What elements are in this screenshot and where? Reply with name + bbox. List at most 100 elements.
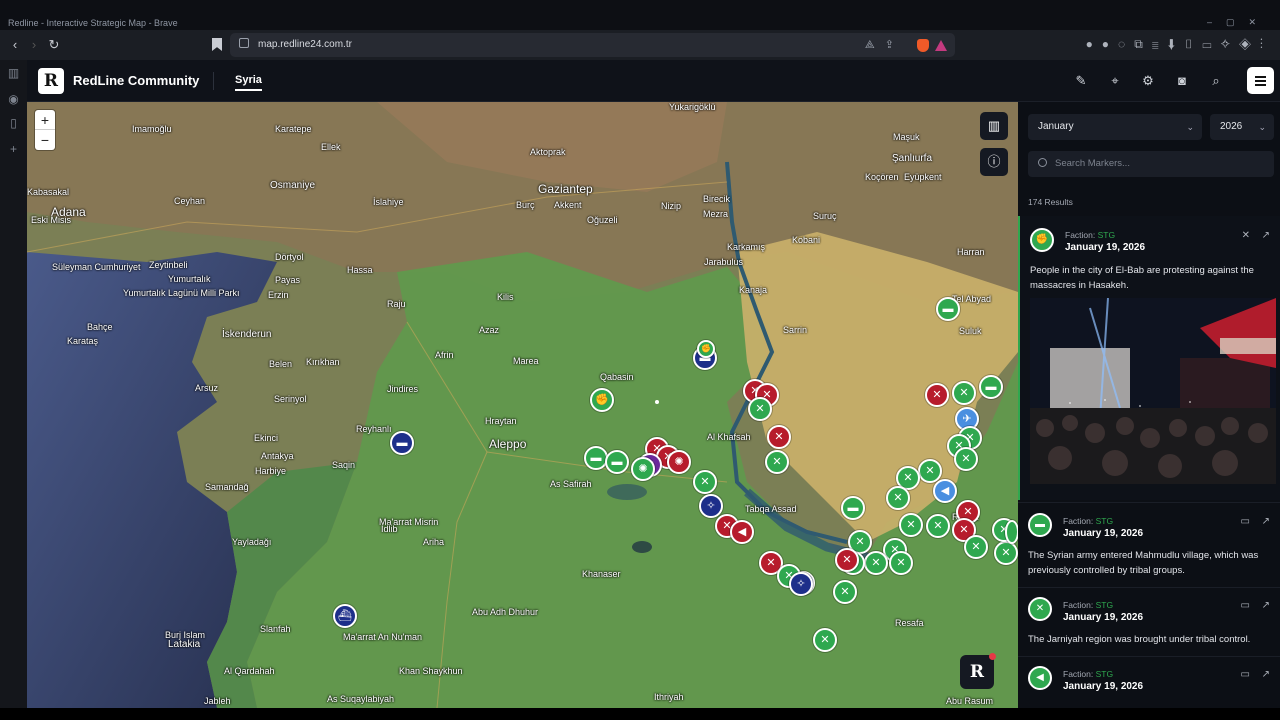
external-link-icon[interactable]: ↗ xyxy=(1262,669,1270,680)
marker-search-input[interactable]: Search Markers... xyxy=(1028,151,1274,177)
menu-button[interactable] xyxy=(1247,67,1274,94)
place-label: Jindires xyxy=(387,384,419,394)
year-select[interactable]: 2026 ⌄ xyxy=(1210,114,1274,140)
sidebar-bookmarks-icon[interactable]: ▯ xyxy=(7,117,20,130)
map-marker[interactable]: ✕ xyxy=(835,548,859,572)
faction-name: STG xyxy=(1097,230,1116,240)
place-label: Yumurtalık Lagünü Milli Parkı xyxy=(123,288,240,298)
map-marker[interactable]: ✕ xyxy=(765,450,789,474)
place-label: Payas xyxy=(275,275,301,285)
place-label: Marea xyxy=(513,356,539,366)
bookmark-icon[interactable] xyxy=(212,38,222,51)
brave-shields-icon[interactable] xyxy=(917,38,929,52)
map-marker[interactable]: ✕ xyxy=(926,514,950,538)
map-marker[interactable]: ◀ xyxy=(730,520,754,544)
map-marker[interactable]: ✕ xyxy=(886,486,910,510)
external-link-icon[interactable]: ↗ xyxy=(1262,516,1270,527)
map-marker[interactable]: ✊ xyxy=(590,388,614,412)
video-icon[interactable]: ▭ xyxy=(1241,669,1250,680)
marker-card[interactable]: ✊ Faction: STG January 19, 2026 ✕ ↗ Peop… xyxy=(1018,216,1280,500)
app-logo[interactable]: R xyxy=(38,68,64,94)
place-label: Slanfah xyxy=(260,624,291,634)
map-marker[interactable]: ▬ xyxy=(605,450,629,474)
map-marker[interactable]: ✧ xyxy=(789,572,813,596)
map-marker[interactable]: ✕ xyxy=(813,628,837,652)
brave-rewards-icon[interactable] xyxy=(935,39,947,51)
map-marker[interactable]: ⛴ xyxy=(333,604,357,628)
map-marker[interactable]: ✕ xyxy=(889,551,913,575)
video-icon[interactable]: ▭ xyxy=(1241,516,1250,527)
place-label: Koçören xyxy=(865,172,899,182)
settings-icon[interactable]: ⚙ xyxy=(1139,72,1157,90)
map-marker[interactable]: ✕ xyxy=(994,541,1018,565)
map-marker[interactable]: ✕ xyxy=(964,535,988,559)
sidebar-add-icon[interactable]: + xyxy=(7,143,20,156)
map-marker[interactable]: ▬ xyxy=(979,375,1003,399)
address-bar-icons[interactable]: ⟁⇪ xyxy=(865,38,947,52)
marker-card[interactable]: ◀ Faction: STG January 19, 2026 ▭ ↗ xyxy=(1018,656,1280,708)
map-marker[interactable]: ▬ xyxy=(390,431,414,455)
faction-name: STG xyxy=(1095,600,1114,610)
map-terrain xyxy=(27,102,1018,708)
map-marker[interactable]: ▬ xyxy=(841,496,865,520)
location-pin-icon[interactable]: ⌖ xyxy=(1106,72,1124,90)
info-button[interactable]: ⓘ xyxy=(980,148,1008,176)
map-marker[interactable]: ✕ xyxy=(954,447,978,471)
external-link-icon[interactable]: ↗ xyxy=(1262,600,1270,611)
place-label: İslahiye xyxy=(373,197,404,207)
map-marker[interactable]: ✕ xyxy=(767,425,791,449)
map-marker[interactable]: ✕ xyxy=(918,459,942,483)
map-marker[interactable]: ✕ xyxy=(925,383,949,407)
map-marker[interactable] xyxy=(1005,520,1018,544)
map-marker[interactable]: ✧ xyxy=(699,494,723,518)
search-icon[interactable]: ⌕ xyxy=(1207,72,1225,90)
map-marker[interactable]: ✕ xyxy=(833,580,857,604)
map-marker[interactable]: ✕ xyxy=(952,381,976,405)
app-header: R RedLine Community Syria ✎ ⌖ ⚙ ◙ ⌕ xyxy=(27,60,1280,102)
card-photo[interactable] xyxy=(1030,298,1276,484)
map-layers-button[interactable]: ▥ xyxy=(980,112,1008,140)
map-marker[interactable]: ✺ xyxy=(631,457,655,481)
map-marker[interactable]: ✕ xyxy=(899,513,923,537)
back-icon[interactable]: ‹ xyxy=(7,37,23,53)
map-marker[interactable]: ◀ xyxy=(933,479,957,503)
place-label: Azaz xyxy=(479,325,500,335)
chevron-down-icon: ⌄ xyxy=(1186,122,1194,132)
place-label: Eyüpkent xyxy=(904,172,942,182)
camera-icon[interactable]: ◙ xyxy=(1173,72,1191,90)
marker-card[interactable]: ▬ Faction: STG January 19, 2026 ▭ ↗ The … xyxy=(1018,502,1280,586)
month-select[interactable]: January ⌄ xyxy=(1028,114,1202,140)
extension-icons[interactable]: ●●◌⧉≣⬇▯▭✧◈⋮ xyxy=(1086,37,1272,52)
tab-syria[interactable]: Syria xyxy=(235,74,262,91)
map-logo-button[interactable]: R xyxy=(960,653,996,689)
zoom-in-button[interactable]: + xyxy=(35,110,55,130)
reload-icon[interactable]: ↻ xyxy=(46,37,62,53)
address-bar[interactable]: map.redline24.com.tr ⟁⇪ xyxy=(230,33,955,57)
faction-line: Faction: STG xyxy=(1065,230,1115,240)
external-link-icon[interactable]: ↗ xyxy=(1262,230,1270,241)
place-label: Dörtyol xyxy=(275,252,304,262)
sidebar-toggle-icon[interactable]: ▥ xyxy=(7,67,20,80)
url-text[interactable]: map.redline24.com.tr xyxy=(258,39,352,50)
map-marker[interactable]: ✺ xyxy=(667,450,691,474)
map-marker[interactable]: ✕ xyxy=(748,397,772,421)
draw-icon[interactable]: ✎ xyxy=(1072,72,1090,90)
strategic-map[interactable]: Imamoğlu Karatepe Osmaniye Ceyhan Adana … xyxy=(27,102,1018,708)
map-marker[interactable]: ✊ xyxy=(697,340,715,358)
place-label: Kobani xyxy=(792,235,821,245)
app-name[interactable]: RedLine Community xyxy=(73,73,199,88)
forward-icon[interactable]: › xyxy=(26,37,42,53)
map-marker[interactable]: ✕ xyxy=(864,551,888,575)
close-icon[interactable]: ✕ xyxy=(1242,230,1250,241)
place-label: Afrin xyxy=(435,350,454,360)
truck-icon: ▬ xyxy=(1028,513,1052,537)
map-marker[interactable]: ▬ xyxy=(936,297,960,321)
video-icon[interactable]: ▭ xyxy=(1241,600,1250,611)
place-label: İskenderun xyxy=(222,329,272,340)
window-controls[interactable]: –▢✕ xyxy=(1207,17,1270,28)
zoom-out-button[interactable]: − xyxy=(35,130,55,150)
map-marker[interactable]: ✕ xyxy=(693,470,717,494)
site-info-icon[interactable] xyxy=(239,38,249,48)
marker-card[interactable]: ✕ Faction: STG January 19, 2026 ▭ ↗ The … xyxy=(1018,587,1280,655)
sidebar-app-icon[interactable]: ◉ xyxy=(7,93,20,106)
